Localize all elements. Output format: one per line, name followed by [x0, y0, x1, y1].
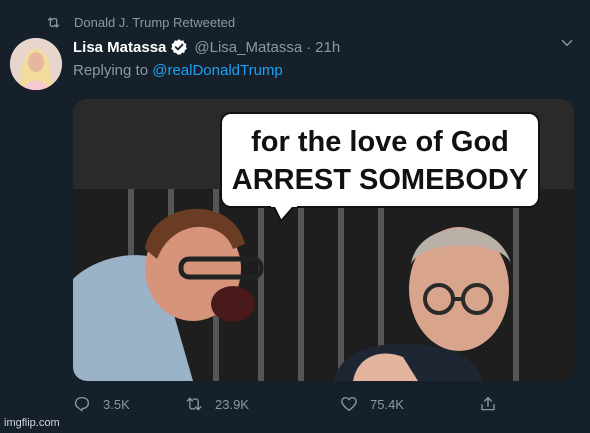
chevron-down-icon[interactable] [558, 34, 576, 52]
tweet-media[interactable]: for the love of God ARREST SOMEBODY [73, 99, 574, 381]
retweet-icon [47, 17, 60, 27]
retweet-context-text: Donald J. Trump Retweeted [74, 14, 236, 30]
reply-count: 3.5K [103, 396, 130, 412]
share-icon [481, 396, 495, 411]
meme-caption-line-2: ARREST SOMEBODY [232, 164, 528, 196]
meme-caption-line-1: for the love of God [251, 126, 509, 158]
watermark: imgflip.com [4, 417, 60, 429]
retweet-context: Donald J. Trump Retweeted [46, 12, 235, 32]
like-button[interactable]: 75.4K [340, 392, 404, 416]
reply-button[interactable]: 3.5K [73, 392, 130, 416]
reply-context: Replying to @realDonaldTrump [73, 62, 283, 79]
tweet-header: Lisa Matassa @Lisa_Matassa · 21h [73, 36, 340, 58]
like-count: 75.4K [370, 396, 404, 412]
reply-mention-link[interactable]: @realDonaldTrump [152, 62, 283, 79]
separator-dot: · [306, 38, 312, 56]
retweet-icon [186, 397, 202, 411]
reply-icon [74, 396, 90, 412]
avatar[interactable] [10, 38, 62, 90]
display-name[interactable]: Lisa Matassa [73, 39, 166, 56]
share-button[interactable] [479, 392, 509, 416]
timestamp[interactable]: 21h [315, 39, 340, 56]
reply-prefix: Replying to [73, 62, 149, 79]
heart-icon [341, 396, 357, 412]
meme-image: for the love of God ARREST SOMEBODY [73, 99, 574, 381]
verified-badge-icon [171, 39, 188, 55]
handle[interactable]: @Lisa_Matassa [194, 39, 302, 56]
tweet-actions: 3.5K 23.9K 75.4K [73, 392, 503, 416]
retweet-button[interactable]: 23.9K [185, 392, 249, 416]
retweet-count: 23.9K [215, 396, 249, 412]
